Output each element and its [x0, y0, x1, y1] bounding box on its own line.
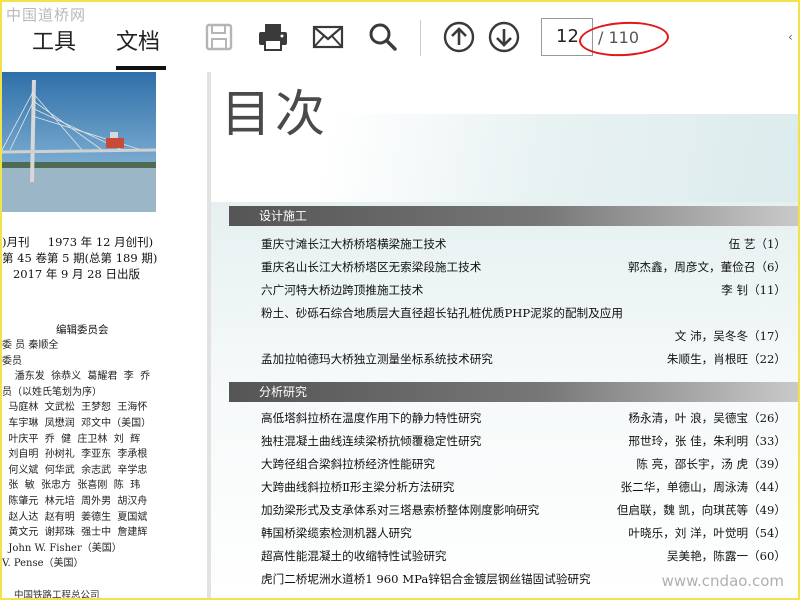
bridge-cover-illustration: [2, 72, 156, 212]
toc-section-analysis: 分析研究 高低塔斜拉桥在温度作用下的静力特性研究 杨永清，叶 浪，吴德宝（26） …: [229, 382, 798, 598]
toc-heading: 目次: [221, 85, 329, 143]
email-button[interactable]: [311, 20, 345, 54]
arrow-down-circle-icon: [488, 21, 520, 53]
email-icon: [312, 25, 344, 49]
print-icon: [259, 24, 287, 51]
publisher-line: 中国铁路工程总公司: [14, 590, 100, 598]
search-button[interactable]: [366, 20, 400, 54]
active-tab-indicator: [116, 66, 166, 70]
previous-page-button[interactable]: [442, 20, 476, 54]
save-button[interactable]: [202, 20, 236, 54]
watermark-top-left: 中国道桥网: [6, 6, 87, 24]
journal-info: )月刊 1973 年 12 月创刊) 第 45 卷第 5 期(总第 189 期) …: [2, 235, 158, 281]
toolbar: 工具 文档 12 / 110 ‹: [2, 2, 798, 72]
document-view[interactable]: )月刊 1973 年 12 月创刊) 第 45 卷第 5 期(总第 189 期) …: [2, 72, 798, 598]
collapse-chevron-icon[interactable]: ‹: [788, 30, 793, 44]
toolbar-separator: [420, 20, 421, 56]
tab-tools[interactable]: 工具: [32, 24, 76, 56]
watermark-bottom-right: www.cndao.com: [661, 572, 784, 590]
tab-document[interactable]: 文档: [116, 24, 160, 56]
section-title: 分析研究: [229, 382, 798, 402]
editorial-board-title: 编辑委员会: [56, 324, 109, 336]
left-page: )月刊 1973 年 12 月创刊) 第 45 卷第 5 期(总第 189 期) …: [2, 72, 207, 598]
toc-section-design: 设计施工 重庆寸滩长江大桥桥塔横梁施工技术伍 艺（1） 重庆名山长江大桥桥塔区无…: [229, 206, 798, 370]
section-title: 设计施工: [229, 206, 798, 226]
print-button[interactable]: [256, 20, 290, 54]
right-page-toc: 目次 设计施工 重庆寸滩长江大桥桥塔横梁施工技术伍 艺（1） 重庆名山长江大桥桥…: [211, 72, 798, 598]
cover-image: [2, 72, 156, 212]
editorial-board-list: 委 员 秦顺全 委员 潘东发 徐恭义 葛耀君 李 乔员（以姓氏笔划为序） 马庭林 …: [2, 340, 152, 570]
search-icon: [369, 23, 397, 51]
next-page-button[interactable]: [487, 20, 521, 54]
arrow-up-circle-icon: [443, 21, 475, 53]
window-frame: 工具 文档 12 / 110 ‹)月刊 1973 年 12 月创刊) 第 45…: [0, 0, 800, 600]
save-icon: [205, 23, 233, 51]
